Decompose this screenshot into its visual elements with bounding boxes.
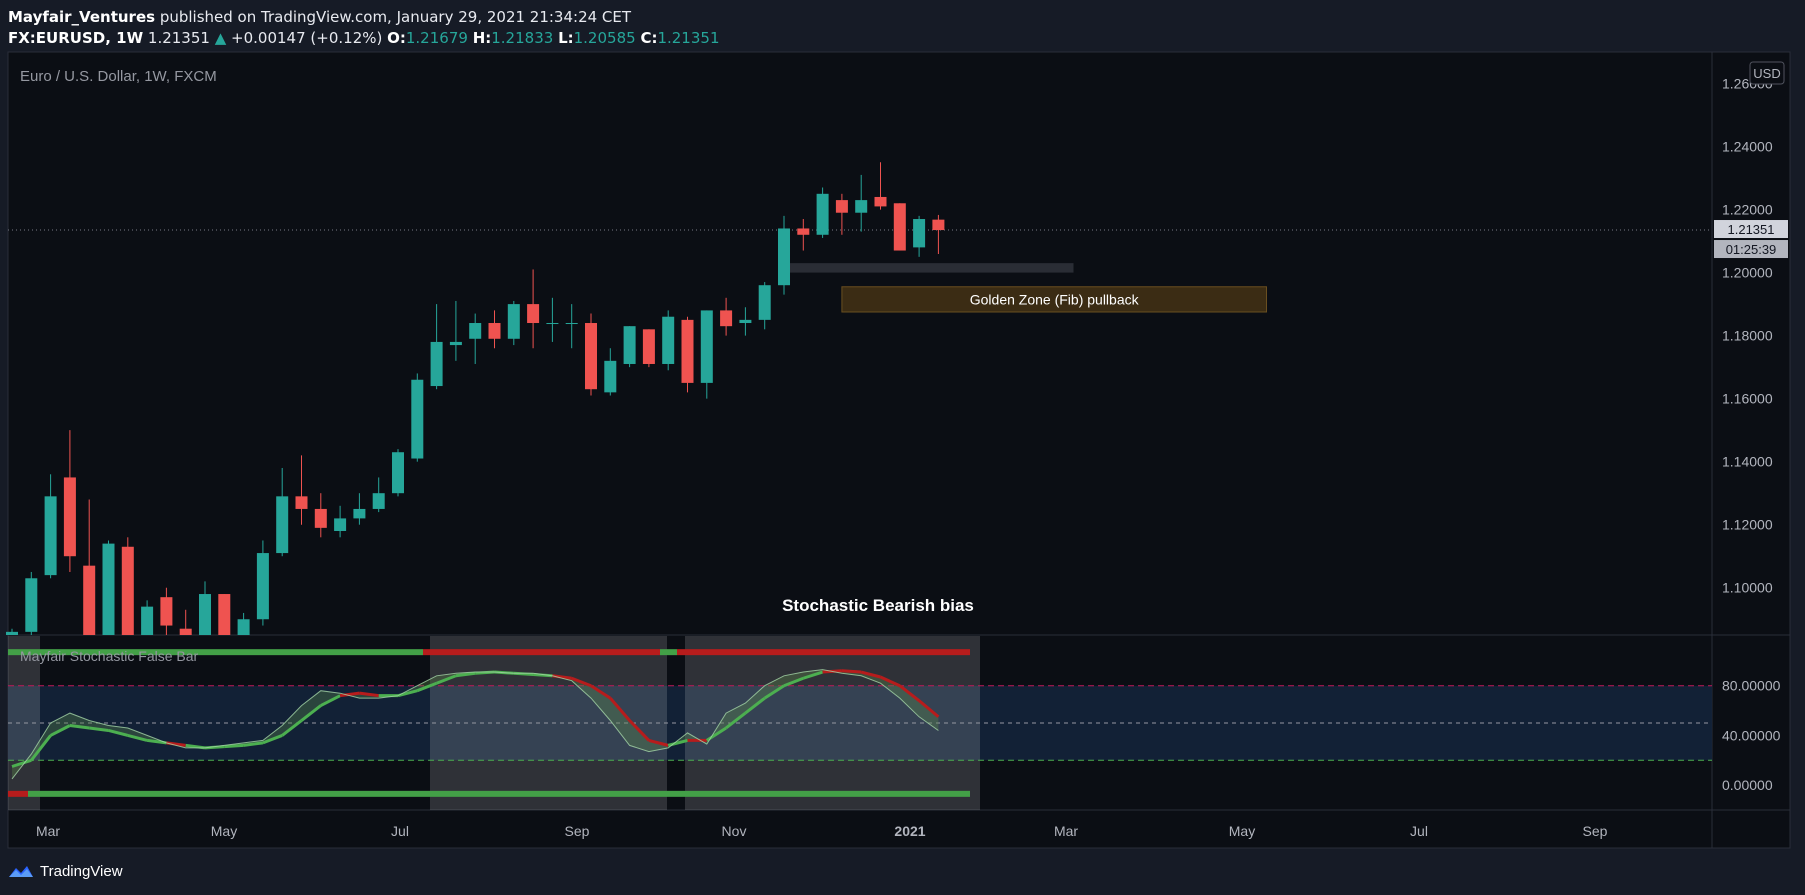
- y-tick-label: 1.16000: [1722, 391, 1773, 407]
- candle-body: [642, 329, 655, 364]
- candle-body: [295, 496, 308, 509]
- candle-body: [430, 341, 443, 387]
- candle-body: [372, 493, 385, 509]
- candle-body: [778, 228, 790, 286]
- x-tick-label: May: [1229, 823, 1255, 839]
- tradingview-logo-icon: [9, 866, 33, 877]
- candle-body: [507, 304, 520, 339]
- candle-body: [739, 319, 752, 324]
- candle-body: [63, 477, 76, 557]
- candle-body: [83, 565, 96, 635]
- candle-body: [913, 219, 926, 248]
- candle-body: [700, 310, 713, 383]
- candle-body: [758, 285, 771, 320]
- candle-body: [44, 496, 57, 576]
- osc-title: Mayfair Stochastic False Bar: [20, 648, 199, 664]
- candle-body: [353, 508, 366, 519]
- y-tick-label: 1.20000: [1722, 265, 1773, 281]
- y-tick-label: 1.22000: [1722, 202, 1773, 218]
- candle-body: [585, 323, 597, 390]
- candle-body: [604, 360, 617, 393]
- x-tick-label: Nov: [722, 823, 747, 839]
- state-bar-top-red: [423, 649, 660, 656]
- osc-y-tick-label: 0.00000: [1722, 777, 1773, 793]
- candle-body: [392, 452, 404, 494]
- y-tick-label: 1.14000: [1722, 454, 1773, 470]
- candle-body: [469, 323, 482, 339]
- candle-body: [835, 200, 848, 213]
- osc-y-tick-label: 40.00000: [1722, 727, 1781, 743]
- candle-body: [179, 628, 192, 635]
- stoch-d-segment: [224, 743, 244, 749]
- y-tick-label: 1.24000: [1722, 139, 1773, 155]
- candle-body: [199, 594, 211, 635]
- y-tick-label: 1.12000: [1722, 517, 1773, 533]
- tradingview-wordmark: TradingView: [40, 862, 123, 880]
- state-bar-top-red-2: [677, 649, 970, 656]
- stoch-d-segment: [841, 669, 862, 674]
- last-price-value: 1.21351: [1728, 222, 1775, 237]
- x-tick-label: 2021: [894, 823, 925, 839]
- candle-body: [256, 553, 269, 620]
- candle-body: [546, 323, 559, 325]
- candle-body: [797, 228, 810, 235]
- candle-body: [449, 341, 462, 346]
- bias-label: Stochastic Bearish bias: [782, 596, 974, 615]
- candle-body: [334, 518, 347, 532]
- candle-body: [720, 310, 733, 327]
- candle-body: [6, 631, 18, 635]
- candle-body: [276, 496, 289, 554]
- state-bar-bottom-green: [28, 790, 970, 797]
- candle-body: [932, 219, 945, 231]
- candle-body: [855, 200, 868, 213]
- candle-body: [527, 304, 540, 324]
- y-tick-label: 1.10000: [1722, 580, 1773, 596]
- candle-body: [488, 323, 501, 339]
- candle-body: [874, 196, 887, 207]
- candle-body: [102, 543, 115, 635]
- currency-label: USD: [1753, 66, 1780, 81]
- candle-body: [218, 594, 231, 635]
- candle-body: [237, 619, 250, 635]
- candle-body: [121, 546, 134, 635]
- x-tick-label: May: [211, 823, 237, 839]
- candle-body: [160, 597, 173, 626]
- candle-body: [623, 326, 636, 364]
- x-tick-label: Jul: [1410, 823, 1428, 839]
- x-tick-label: Sep: [1583, 823, 1608, 839]
- support-zone-box: [784, 263, 1074, 273]
- candle-body: [816, 193, 829, 235]
- candle-body: [25, 578, 38, 632]
- osc-y-tick-label: 80.00000: [1722, 678, 1781, 694]
- state-bar-bottom-red: [8, 790, 28, 797]
- chart-title: Euro / U.S. Dollar, 1W, FXCM: [20, 68, 217, 85]
- candle-body: [662, 316, 675, 364]
- golden-zone-label: Golden Zone (Fib) pullback: [970, 291, 1140, 307]
- tradingview-logo[interactable]: TradingView: [8, 860, 123, 882]
- candle-body: [893, 203, 906, 251]
- x-tick-label: Mar: [1054, 823, 1078, 839]
- y-tick-label: 1.18000: [1722, 328, 1773, 344]
- x-tick-label: Sep: [565, 823, 590, 839]
- x-tick-label: Mar: [36, 823, 60, 839]
- state-bar-top-green-2: [660, 649, 677, 656]
- chart-svg[interactable]: 1.260001.240001.220001.200001.180001.160…: [0, 0, 1805, 895]
- countdown-value: 01:25:39: [1726, 242, 1777, 257]
- candle-body: [411, 379, 424, 459]
- candle-body: [681, 319, 694, 383]
- candle-body: [141, 606, 154, 635]
- candle-body: [565, 323, 578, 325]
- candle-body: [314, 508, 327, 528]
- x-tick-label: Jul: [391, 823, 409, 839]
